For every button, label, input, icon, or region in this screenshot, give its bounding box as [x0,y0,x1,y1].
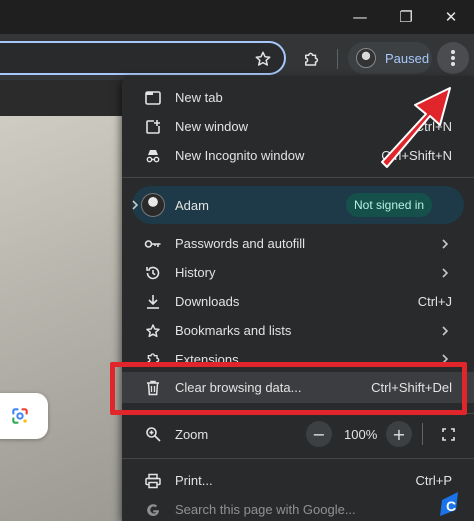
menu-item-print[interactable]: Print... Ctrl+P [122,466,474,495]
chevron-right-icon [132,200,139,210]
menu-item-label: New tab [175,90,223,105]
minus-icon: − [312,424,326,444]
zoom-icon [144,425,162,443]
star-icon [255,51,271,66]
menu-item-label: Extensions [175,352,239,362]
arrow-icon [381,87,451,168]
google-icon [144,501,162,519]
profile-status: Paused [385,50,430,66]
title-bar: — ❐ ✕ [0,0,474,34]
kebab-menu-icon [451,50,455,66]
menu-item-label: History [175,265,216,280]
menu-item-label: New window [175,119,248,134]
restore-button[interactable]: ❐ [394,6,418,28]
google-lens-icon [12,408,28,424]
chevron-right-icon [440,238,450,249]
extensions-icon [305,52,319,66]
chevron-right-icon [440,325,450,336]
minimize-button[interactable]: — [348,6,372,28]
menu-item-extensions[interactable]: Extensions [122,344,474,362]
toolbar-separator [337,49,338,69]
bookmark-star-button[interactable] [250,46,276,72]
menu-item-downloads[interactable]: Downloads Ctrl+J [122,287,474,316]
restore-icon: ❐ [399,8,413,26]
menu-item-bookmarks-and-lists[interactable]: Bookmarks and lists [122,316,474,345]
plus-icon: + [392,424,406,444]
menu-item-label: Print... [175,473,213,488]
zoom-out-button[interactable]: − [306,421,332,447]
address-bar[interactable] [0,41,286,75]
zoom-level: 100% [344,426,378,442]
menu-item-label: Passwords and autofill [175,236,306,251]
menu-divider [122,458,474,459]
avatar [356,48,376,68]
menu-item-history[interactable]: History [122,258,474,287]
highlight-box [110,362,467,415]
extensions-button[interactable] [298,46,324,72]
chevron-right-icon [440,354,450,362]
sign-in-status-badge[interactable]: Not signed in [346,193,433,217]
minimize-icon: — [352,8,368,26]
zoom-separator [422,423,423,445]
key-icon [144,235,162,253]
download-icon [144,293,162,311]
print-icon [144,472,162,490]
incognito-icon [144,147,162,165]
menu-item-label: Zoom [175,426,209,442]
menu-item-passwords-and-autofill[interactable]: Passwords and autofill [122,229,474,258]
fullscreen-icon [441,427,455,441]
menu-item-shortcut: Ctrl+J [417,294,452,309]
close-icon: ✕ [444,8,458,26]
zoom-in-button[interactable]: + [386,421,412,447]
menu-item-label: Bookmarks and lists [175,323,292,338]
avatar [141,193,165,217]
menu-item-label: Search this page with Google... [175,502,356,517]
red-arrow-annotation [360,68,470,178]
svg-text:C: C [446,498,456,514]
extension-icon [144,350,162,362]
fullscreen-button[interactable] [440,426,456,442]
new-tab-icon [144,89,162,107]
profile-name: Adam [175,197,209,213]
menu-item-label: New Incognito window [175,148,305,163]
menu-item-label: Downloads [175,294,240,309]
history-icon [144,264,162,282]
chevron-right-icon [440,267,450,278]
menu-item-zoom: Zoom − 100% + [122,419,474,449]
watermark-logo: C [432,486,466,518]
star-icon [144,322,162,340]
google-lens-button[interactable] [0,393,48,439]
menu-profile-row[interactable]: Adam Not signed in [132,186,464,224]
new-window-icon [144,118,162,136]
close-window-button[interactable]: ✕ [439,6,463,28]
menu-item-search-page-with-google[interactable]: Search this page with Google... [122,495,474,521]
